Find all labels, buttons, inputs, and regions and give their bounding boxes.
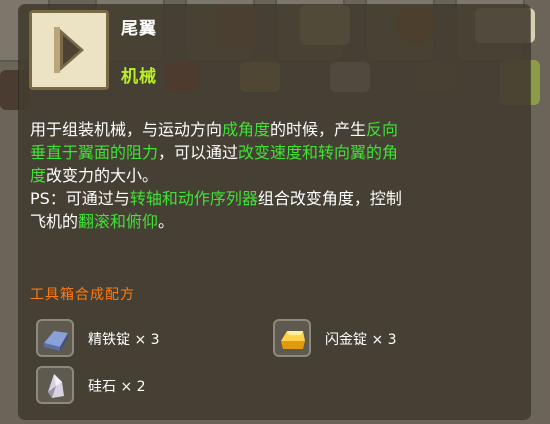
highlighted-text: 垂直于翼面的阻力	[30, 143, 159, 162]
gold-ingot-icon	[273, 319, 311, 357]
description-text: 组合改变角度，控制	[257, 189, 402, 208]
description-line: 用于组装机械，与运动方向成角度的时候，产生反向	[30, 118, 518, 141]
description-line: 飞机的翻滚和俯仰。	[30, 210, 518, 233]
material-label: 硅石 × 2	[88, 379, 146, 395]
recipe-title: 工具箱合成配方	[30, 287, 135, 303]
description-line: PS：可通过与转轴和动作序列器组合改变角度，控制	[30, 187, 518, 210]
material-label: 闪金锭 × 3	[325, 332, 397, 348]
highlighted-text: 翻滚和俯仰	[78, 212, 159, 231]
description-text: PS：可通过与	[30, 189, 130, 208]
description-text: 用于组装机械，与运动方向	[30, 120, 223, 139]
highlighted-text: 度	[30, 166, 47, 185]
highlighted-text: 成角度	[222, 120, 271, 139]
material-label: 精铁锭 × 3	[88, 332, 160, 348]
item-category: 机械	[121, 67, 157, 87]
description-text: 飞机的	[30, 212, 79, 231]
description-line: 度改变力的大小。	[30, 164, 518, 187]
highlighted-text: 反向	[366, 120, 399, 139]
description-line: 垂直于翼面的阻力，可以通过改变速度和转向翼的角	[30, 141, 518, 164]
highlighted-text: 改变速度和转向翼的角	[238, 143, 399, 162]
description-text: 改变力的大小。	[46, 166, 159, 185]
item-description: 用于组装机械，与运动方向成角度的时候，产生反向 垂直于翼面的阻力，可以通过改变速度…	[30, 118, 518, 233]
item-name: 尾翼	[121, 19, 157, 39]
iron-ingot-icon	[36, 319, 74, 357]
tail-wing-icon	[29, 10, 109, 90]
description-text: 的时候，产生	[270, 120, 367, 139]
description-text: ，可以通过	[158, 143, 239, 162]
highlighted-text: 转轴和动作序列器	[129, 189, 258, 208]
silica-stone-icon	[36, 366, 74, 404]
description-text: 。	[158, 212, 175, 231]
